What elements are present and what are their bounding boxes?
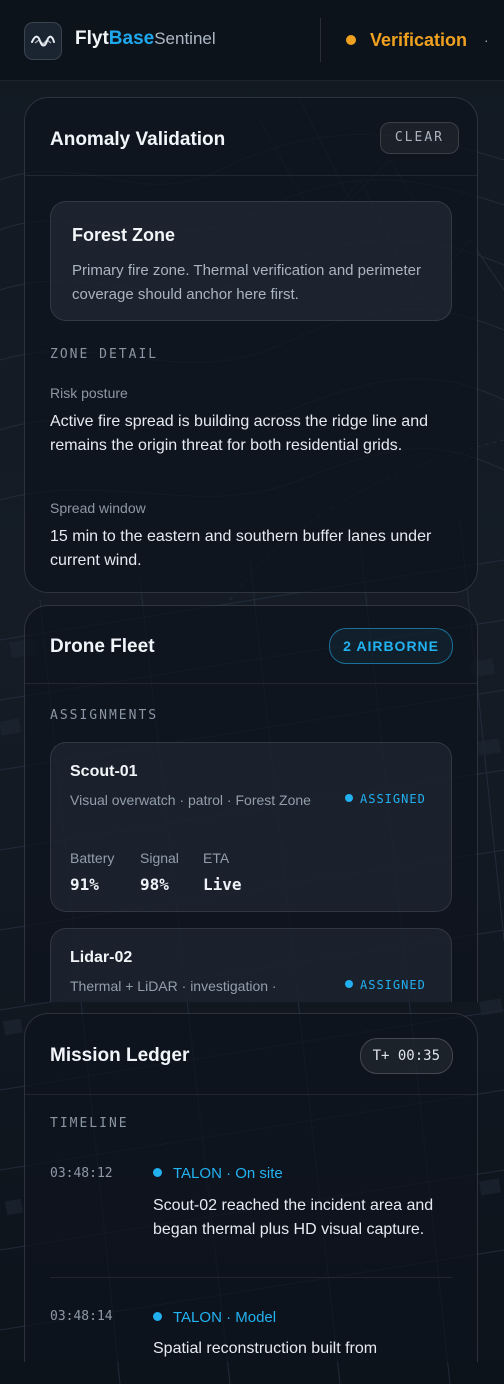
- battery-value: 91%: [70, 875, 99, 894]
- risk-posture-label: Risk posture: [50, 385, 128, 401]
- panel-title: Anomaly Validation: [50, 129, 226, 150]
- airborne-count-badge: 2 AIRBORNE: [329, 628, 453, 664]
- panel-divider: [25, 683, 477, 684]
- anomaly-validation-panel: Anomaly Validation CLEAR Forest Zone Pri…: [24, 97, 478, 593]
- status-dot-icon: [346, 35, 356, 45]
- zone-card[interactable]: Forest Zone Primary fire zone. Thermal v…: [50, 201, 452, 321]
- mission-ledger-panel: Mission Ledger T+ 00:35 TIMELINE 03:48:1…: [24, 1013, 478, 1362]
- drone-name: Scout-01: [70, 763, 138, 780]
- mission-status[interactable]: Verification: [370, 30, 467, 51]
- zone-name: Forest Zone: [72, 225, 176, 245]
- brand-base: Base: [108, 28, 155, 49]
- drone-name: Lidar-02: [70, 949, 133, 966]
- brand-flyt: Flyt: [75, 28, 109, 49]
- timeline-source: TALON: [173, 1165, 222, 1182]
- battery-label: Battery: [70, 850, 115, 866]
- brand-name: FlytBaseSentinel: [75, 28, 216, 50]
- zone-description: Primary fire zone. Thermal verification …: [72, 262, 422, 303]
- status-dot-icon: [345, 980, 353, 988]
- mission-timer-badge: T+ 00:35: [359, 1038, 453, 1074]
- zone-detail-label: ZONE DETAIL: [50, 347, 159, 362]
- drone-description: Visual overwatch · patrol · Forest Zone: [70, 792, 311, 808]
- logo-wave-icon: [31, 35, 55, 47]
- clear-button[interactable]: CLEAR: [379, 122, 459, 154]
- timeline-event: · Model: [226, 1309, 277, 1326]
- spread-window-label: Spread window: [50, 500, 146, 516]
- drone-card-scout-01[interactable]: Scout-01 Visual overwatch · patrol · For…: [50, 742, 452, 912]
- panel-divider: [25, 175, 477, 176]
- assignments-label: ASSIGNMENTS: [50, 708, 159, 723]
- drone-card-lidar-02[interactable]: Lidar-02 Thermal + LiDAR · investigation…: [50, 928, 452, 1002]
- header-divider: [320, 18, 321, 62]
- status-dot-icon: [345, 794, 353, 802]
- spread-window-value: 15 min to the eastern and southern buffe…: [50, 528, 432, 569]
- panel-title: Drone Fleet: [50, 636, 155, 657]
- timeline-text: Spatial reconstruction built from: [153, 1340, 378, 1357]
- event-dot-icon: [153, 1168, 162, 1177]
- event-dot-icon: [153, 1312, 162, 1321]
- signal-value: 98%: [140, 875, 169, 894]
- eta-value: Live: [203, 875, 242, 894]
- app-header: FlytBaseSentinel Verification ·: [0, 0, 504, 81]
- panel-divider: [25, 1094, 477, 1095]
- signal-label: Signal: [140, 850, 179, 866]
- drone-fleet-panel: Drone Fleet 2 AIRBORNE ASSIGNMENTS Scout…: [24, 605, 478, 1002]
- more-dot-icon[interactable]: ·: [484, 32, 489, 48]
- risk-posture-value: Active fire spread is building across th…: [50, 413, 428, 454]
- timeline-divider: [50, 1277, 452, 1278]
- timeline-header: TALON · On site: [153, 1165, 283, 1182]
- drone-status-badge: ASSIGNED: [345, 790, 426, 808]
- brand-sentinel: Sentinel: [154, 29, 216, 48]
- drone-status-badge: ASSIGNED: [345, 976, 426, 994]
- timeline-event: · On site: [226, 1165, 283, 1182]
- timeline-text: Scout-02 reached the incident area and b…: [153, 1197, 434, 1238]
- drone-status-text: ASSIGNED: [360, 978, 426, 992]
- timeline-label: TIMELINE: [50, 1116, 129, 1131]
- timeline-time: 03:48:14: [50, 1309, 113, 1324]
- logo[interactable]: [24, 22, 62, 60]
- drone-status-text: ASSIGNED: [360, 792, 426, 806]
- eta-label: ETA: [203, 850, 230, 866]
- drone-description: Thermal + LiDAR · investigation ·: [70, 978, 277, 994]
- timeline-source: TALON: [173, 1309, 222, 1326]
- timeline-time: 03:48:12: [50, 1166, 113, 1181]
- timeline-header: TALON · Model: [153, 1309, 276, 1326]
- panel-title: Mission Ledger: [50, 1045, 190, 1066]
